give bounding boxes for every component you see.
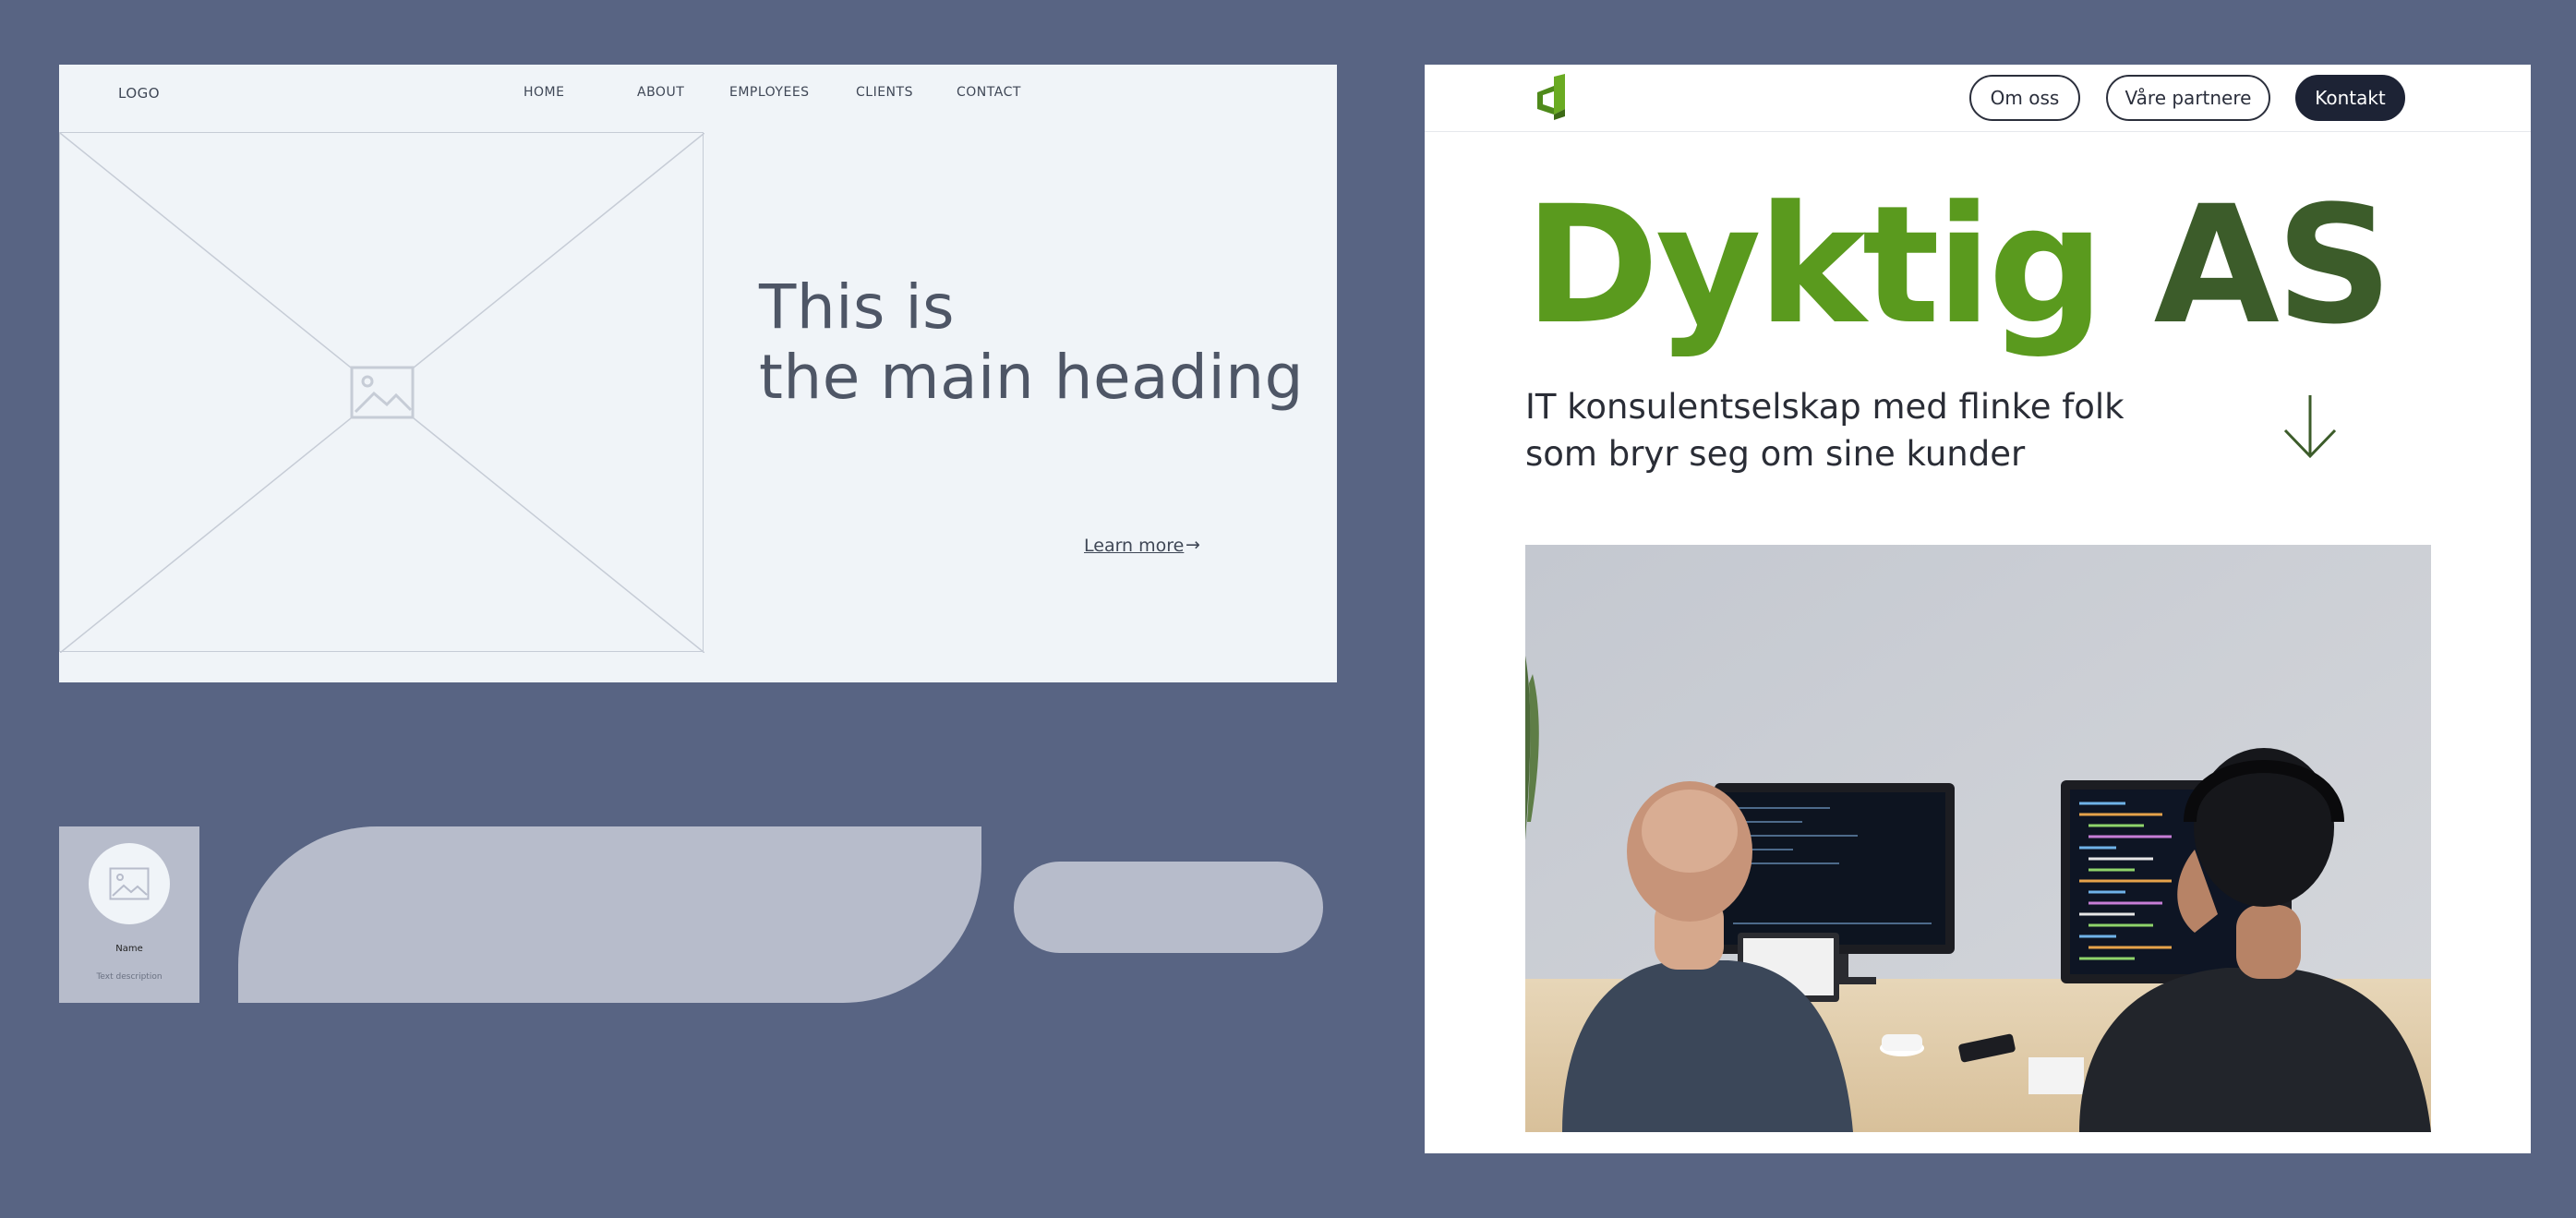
site-title-part1: Dyktig	[1524, 171, 2104, 360]
arrow-down-icon[interactable]	[2282, 393, 2338, 460]
developers-at-work-image	[1525, 545, 2431, 1132]
nav-link-about[interactable]: ABOUT	[637, 85, 684, 100]
wireframe-panel: LOGO HOME ABOUT EMPLOYEES CLIENTS CONTAC…	[59, 65, 1337, 682]
site-header: Om oss Våre partnere Kontakt	[1425, 65, 2531, 132]
avatar	[89, 843, 170, 924]
site-subtitle-line1: IT konsulentselskap med flinke folk	[1525, 387, 2125, 427]
main-heading-line1: This is	[759, 271, 956, 343]
learn-more-link[interactable]: Learn more	[1084, 536, 1184, 556]
nav-link-home[interactable]: HOME	[524, 85, 564, 100]
image-placeholder	[59, 132, 704, 653]
main-heading: This is the main heading	[759, 272, 1304, 413]
hero-photo	[1525, 545, 2431, 1132]
wireframe-logo[interactable]: LOGO	[118, 85, 160, 102]
card-description: Text description	[96, 972, 163, 982]
site-title: Dyktig AS	[1524, 185, 2393, 347]
site-preview: Om oss Våre partnere Kontakt Dyktig AS I…	[1425, 65, 2531, 1153]
image-icon	[109, 867, 150, 900]
vare-partnere-button[interactable]: Våre partnere	[2106, 75, 2270, 121]
pill-shape-block	[1014, 862, 1323, 953]
main-heading-line2: the main heading	[759, 342, 1305, 413]
profile-card: Name Text description	[59, 826, 199, 1003]
site-title-part2: AS	[2153, 171, 2393, 360]
wireframe-nav: LOGO HOME ABOUT EMPLOYEES CLIENTS CONTAC…	[59, 65, 1337, 131]
placeholder-cross-lines	[60, 133, 704, 653]
arrow-right-icon[interactable]: →	[1186, 535, 1200, 555]
om-oss-button[interactable]: Om oss	[1969, 75, 2080, 121]
card-name: Name	[115, 944, 143, 954]
site-subtitle-line2: som bryr seg om sine kunder	[1525, 434, 2026, 474]
nav-link-clients[interactable]: CLIENTS	[856, 85, 913, 100]
dyktig-logo-icon[interactable]	[1534, 74, 1569, 120]
nav-link-employees[interactable]: EMPLOYEES	[729, 85, 810, 100]
nav-link-contact[interactable]: CONTACT	[957, 85, 1021, 100]
leaf-shape-block	[238, 826, 981, 1003]
image-icon	[350, 366, 415, 419]
kontakt-button[interactable]: Kontakt	[2295, 75, 2405, 121]
site-subtitle: IT konsulentselskap med flinke folk som …	[1525, 383, 2125, 477]
